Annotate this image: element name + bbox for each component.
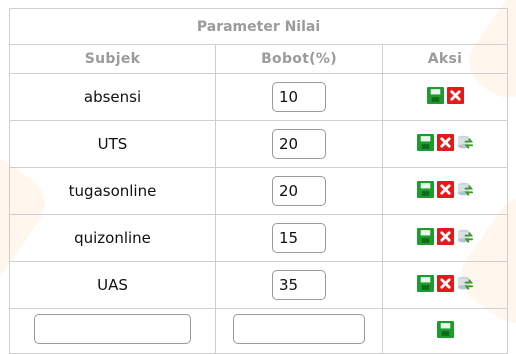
weight-input[interactable]: 20: [272, 176, 326, 206]
subject-cell: UTS: [9, 120, 216, 168]
save-icon[interactable]: [416, 133, 434, 151]
table-row: UTS 20: [9, 120, 509, 168]
new-weight-input[interactable]: [233, 314, 365, 344]
refresh-icon[interactable]: [457, 228, 474, 245]
save-icon[interactable]: [416, 227, 434, 245]
weight-input[interactable]: 15: [272, 223, 326, 253]
table-row: UAS 35: [9, 261, 509, 309]
delete-icon[interactable]: [436, 227, 454, 245]
weight-input[interactable]: 20: [272, 129, 326, 159]
delete-icon[interactable]: [436, 180, 454, 198]
table-row: tugasonline 20: [9, 167, 509, 215]
parameter-nilai-table: Parameter Nilai Subjek Bobot(%) Aksi abs…: [8, 8, 509, 354]
delete-icon[interactable]: [436, 274, 454, 292]
save-icon[interactable]: [426, 86, 444, 104]
save-icon[interactable]: [436, 320, 454, 338]
table-row: quizonline 15: [9, 214, 509, 262]
refresh-icon[interactable]: [457, 134, 474, 151]
subject-cell: absensi: [9, 73, 216, 121]
table-title: Parameter Nilai: [8, 8, 509, 45]
save-icon[interactable]: [416, 180, 434, 198]
subject-cell: tugasonline: [9, 167, 216, 215]
column-header-action: Aksi: [381, 44, 509, 74]
save-icon[interactable]: [416, 274, 434, 292]
refresh-icon[interactable]: [457, 275, 474, 292]
weight-input[interactable]: 10: [272, 82, 326, 112]
new-parameter-row: [9, 308, 509, 354]
delete-icon[interactable]: [446, 86, 464, 104]
weight-input[interactable]: 35: [272, 270, 326, 300]
delete-icon[interactable]: [436, 133, 454, 151]
new-subject-input[interactable]: [34, 314, 191, 344]
column-header-weight: Bobot(%): [215, 44, 383, 74]
column-header-subject: Subjek: [9, 44, 216, 74]
subject-cell: UAS: [9, 261, 216, 309]
subject-cell: quizonline: [9, 214, 216, 262]
refresh-icon[interactable]: [457, 181, 474, 198]
table-row: absensi 10: [9, 73, 509, 121]
